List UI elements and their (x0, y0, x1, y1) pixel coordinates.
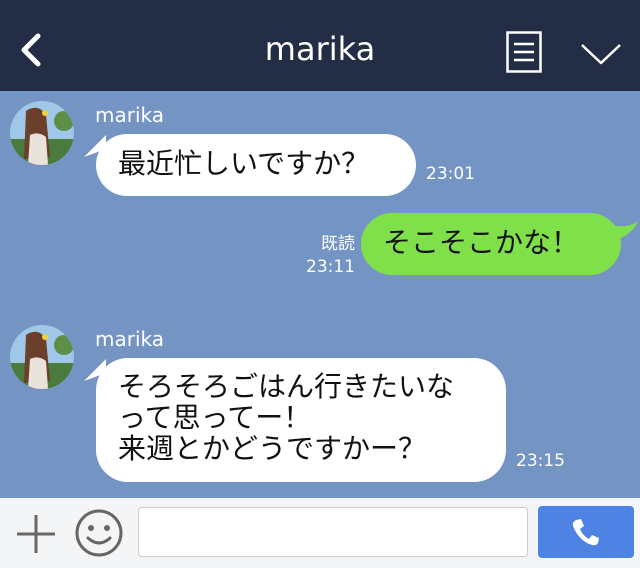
message-time: 23:15 (516, 451, 565, 471)
read-receipt: 既読 23:11 (300, 233, 355, 278)
message-bubble[interactable]: そこそこかな！ (361, 213, 621, 275)
message-bubble[interactable]: そろそろごはん行きたいな って思ってー！ 来週とかどうですかー？ (96, 358, 506, 482)
chevron-down-icon[interactable] (580, 43, 622, 65)
message-text: 最近忙しいですか？ (118, 147, 370, 180)
call-button[interactable] (538, 506, 634, 558)
chat-header: marika (0, 0, 640, 91)
sender-name: marika (95, 327, 165, 351)
chat-area: marika 最近忙しいですか？ 23:01 既読 23:11 そこそこかな！ … (0, 91, 640, 498)
message-input[interactable] (138, 507, 528, 557)
plus-icon[interactable] (14, 512, 58, 556)
message-bubble[interactable]: 最近忙しいですか？ (96, 134, 416, 196)
read-label: 既読 (321, 234, 355, 254)
document-icon[interactable] (506, 31, 542, 73)
avatar[interactable] (10, 101, 74, 165)
message-time: 23:11 (306, 257, 355, 277)
message-time: 23:01 (426, 164, 475, 184)
bubble-tail (610, 221, 638, 241)
phone-icon (572, 519, 599, 546)
message-text-line: 来週とかどうですかー？ (118, 432, 427, 465)
message-text: そこそこかな！ (383, 226, 580, 259)
avatar-image (10, 325, 74, 389)
sender-name: marika (95, 103, 165, 127)
smiley-icon[interactable] (74, 508, 124, 558)
message-text-line: そろそろごはん行きたいな (118, 370, 455, 403)
chat-title: marika (264, 30, 376, 68)
avatar-image (10, 101, 74, 165)
avatar[interactable] (10, 325, 74, 389)
message-text-line: って思ってー！ (118, 401, 312, 434)
